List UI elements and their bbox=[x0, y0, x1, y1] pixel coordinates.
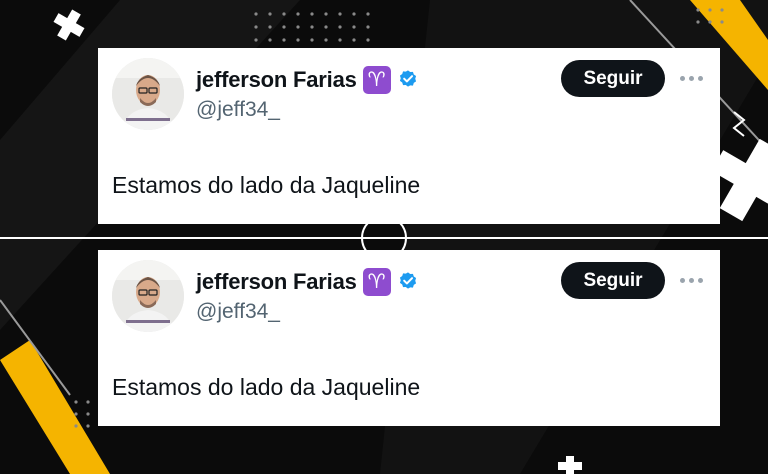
display-name[interactable]: jefferson Farias bbox=[196, 269, 357, 295]
tweet-text: Estamos do lado da Jaqueline bbox=[112, 374, 421, 400]
author-name-row: jefferson Farias ♈ bbox=[196, 268, 419, 296]
follow-button[interactable]: Seguir bbox=[561, 262, 665, 299]
user-handle[interactable]: @jeff34_ bbox=[196, 98, 280, 122]
tweet-text: Estamos do lado da Jaqueline bbox=[112, 172, 421, 198]
user-handle[interactable]: @jeff34_ bbox=[196, 300, 280, 324]
tweet-card[interactable]: jefferson Farias ♈ @jeff34_ Seguir Estam… bbox=[98, 48, 720, 224]
display-name[interactable]: jefferson Farias bbox=[196, 67, 357, 93]
tweet-card[interactable]: jefferson Farias ♈ @jeff34_ Seguir Estam… bbox=[98, 250, 720, 426]
verified-badge-icon bbox=[399, 272, 416, 289]
avatar[interactable] bbox=[112, 58, 184, 130]
avatar[interactable] bbox=[112, 260, 184, 332]
more-options-icon[interactable] bbox=[676, 270, 706, 290]
zodiac-aries-icon: ♈ bbox=[362, 66, 391, 94]
follow-button[interactable]: Seguir bbox=[561, 60, 665, 97]
zodiac-aries-icon: ♈ bbox=[362, 268, 391, 296]
more-options-icon[interactable] bbox=[676, 68, 706, 88]
author-name-row: jefferson Farias ♈ bbox=[196, 66, 419, 94]
verified-badge-icon bbox=[399, 70, 416, 87]
